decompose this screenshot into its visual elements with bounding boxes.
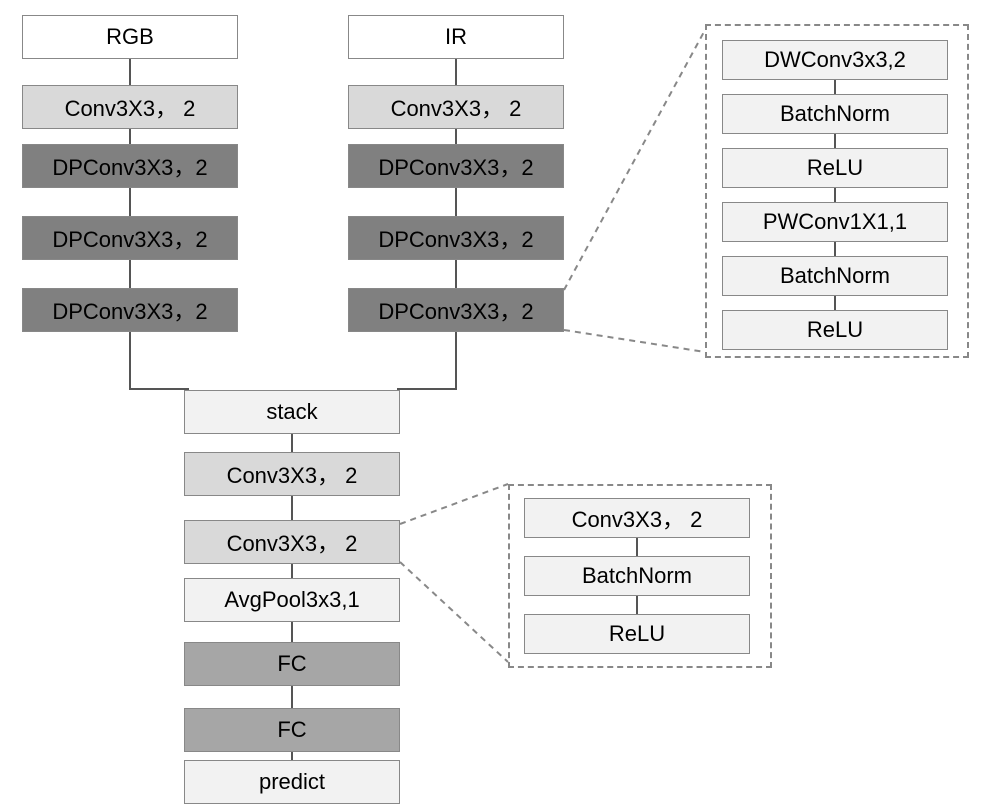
node-dpconv-right-2: DPConv3X3，2 <box>348 216 564 260</box>
detail-dp-bn1: BatchNorm <box>722 94 948 134</box>
node-predict: predict <box>184 760 400 804</box>
detail-conv-bn: BatchNorm <box>524 556 750 596</box>
node-avgpool: AvgPool3x3,1 <box>184 578 400 622</box>
conn <box>291 564 293 578</box>
detail-dp-relu1: ReLU <box>722 148 948 188</box>
conn <box>291 686 293 708</box>
conn <box>455 129 457 144</box>
conn <box>129 188 131 216</box>
conn <box>397 388 457 390</box>
conn <box>455 260 457 288</box>
conn <box>636 596 638 614</box>
node-conv-left-1: Conv3X3， 2 <box>22 85 238 129</box>
conn <box>834 242 836 256</box>
conn <box>834 296 836 310</box>
node-stack: stack <box>184 390 400 434</box>
conn <box>834 134 836 148</box>
conn <box>129 59 131 85</box>
node-fc-2: FC <box>184 708 400 752</box>
conn <box>455 59 457 85</box>
node-rgb-input: RGB <box>22 15 238 59</box>
conn <box>636 538 638 556</box>
detail-dp-dwconv: DWConv3x3,2 <box>722 40 948 80</box>
conn <box>455 332 457 390</box>
node-fc-1: FC <box>184 642 400 686</box>
node-dpconv-right-1: DPConv3X3，2 <box>348 144 564 188</box>
conn <box>834 188 836 202</box>
detail-dp-bn2: BatchNorm <box>722 256 948 296</box>
dashed-connector-dp <box>564 290 705 360</box>
conn <box>291 752 293 760</box>
conn <box>291 434 293 452</box>
conn <box>291 622 293 642</box>
node-dpconv-right-3: DPConv3X3，2 <box>348 288 564 332</box>
node-ir-input: IR <box>348 15 564 59</box>
dashed-connector-conv <box>400 484 508 664</box>
conn <box>291 496 293 520</box>
conn <box>129 260 131 288</box>
conn <box>129 388 189 390</box>
conn <box>834 80 836 94</box>
conn <box>129 332 131 390</box>
detail-conv-conv: Conv3X3， 2 <box>524 498 750 538</box>
detail-conv-relu: ReLU <box>524 614 750 654</box>
conn <box>455 188 457 216</box>
node-dpconv-left-3: DPConv3X3，2 <box>22 288 238 332</box>
node-conv-merge-1: Conv3X3， 2 <box>184 452 400 496</box>
node-conv-right-1: Conv3X3， 2 <box>348 85 564 129</box>
detail-dp-relu2: ReLU <box>722 310 948 350</box>
conn <box>129 129 131 144</box>
node-dpconv-left-1: DPConv3X3，2 <box>22 144 238 188</box>
node-dpconv-left-2: DPConv3X3，2 <box>22 216 238 260</box>
detail-dp-pwconv: PWConv1X1,1 <box>722 202 948 242</box>
node-conv-merge-2: Conv3X3， 2 <box>184 520 400 564</box>
